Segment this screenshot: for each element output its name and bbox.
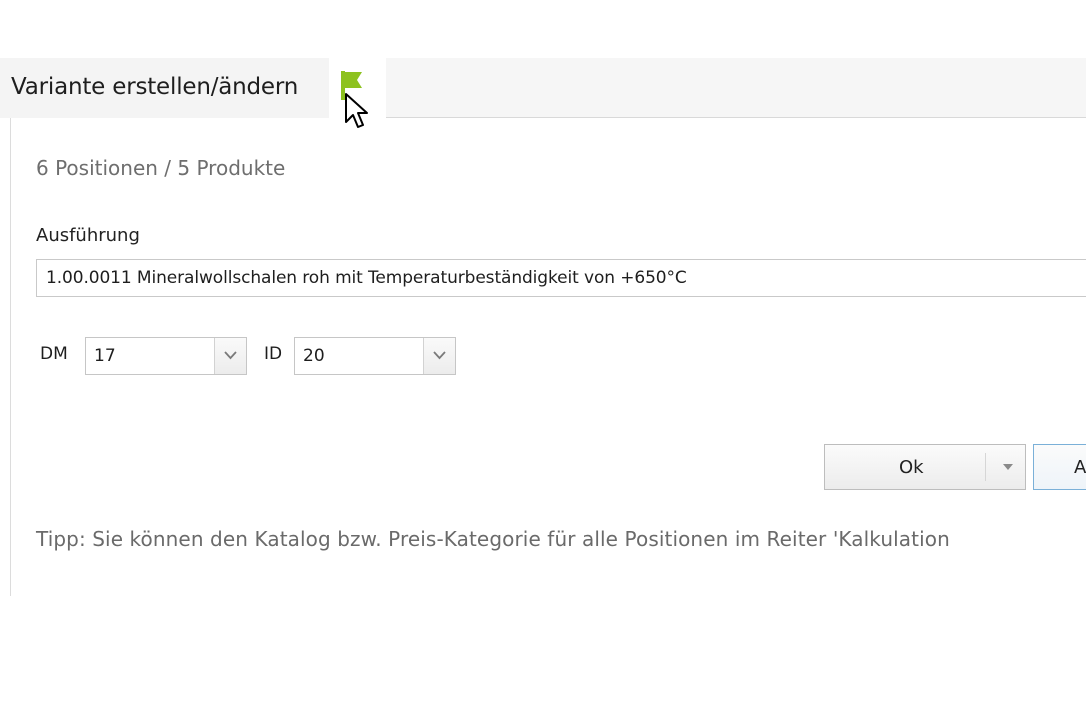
ok-button-divider <box>985 453 986 481</box>
ok-button-label: Ok <box>899 457 924 478</box>
dialog-root: Variante erstellen/ändern 6 Positionen /… <box>0 0 1086 724</box>
id-dropdown-button[interactable] <box>423 338 455 374</box>
dropdown-arrow-icon[interactable] <box>1003 464 1013 470</box>
tab-title: Variante erstellen/ändern <box>11 74 299 100</box>
flag-icon[interactable] <box>336 68 370 102</box>
positions-summary: 6 Positionen / 5 Produkte <box>36 156 286 180</box>
id-value: 20 <box>303 346 325 366</box>
execution-field[interactable]: 1.00.0011 Mineralwollschalen roh mit Tem… <box>36 259 1086 297</box>
tab-strip-background <box>386 58 1086 118</box>
second-button-label: A <box>1074 457 1086 478</box>
id-label: ID <box>264 344 283 364</box>
execution-value: 1.00.0011 Mineralwollschalen roh mit Tem… <box>46 268 687 288</box>
tab-variante[interactable]: Variante erstellen/ändern <box>0 58 329 118</box>
id-select[interactable]: 20 <box>294 337 456 375</box>
variant-panel: 6 Positionen / 5 Produkte Ausführung 1.0… <box>10 118 1086 596</box>
chevron-down-icon <box>433 351 446 360</box>
dm-label: DM <box>40 344 68 364</box>
execution-label: Ausführung <box>36 225 140 246</box>
tip-text: Tipp: Sie können den Katalog bzw. Preis-… <box>36 527 950 551</box>
second-button[interactable]: A <box>1033 444 1086 490</box>
dm-select[interactable]: 17 <box>85 337 247 375</box>
dm-dropdown-button[interactable] <box>214 338 246 374</box>
dm-value: 17 <box>94 346 116 366</box>
tab-strip: Variante erstellen/ändern <box>0 58 1086 118</box>
ok-split-button[interactable]: Ok <box>824 444 1026 490</box>
chevron-down-icon <box>224 351 237 360</box>
